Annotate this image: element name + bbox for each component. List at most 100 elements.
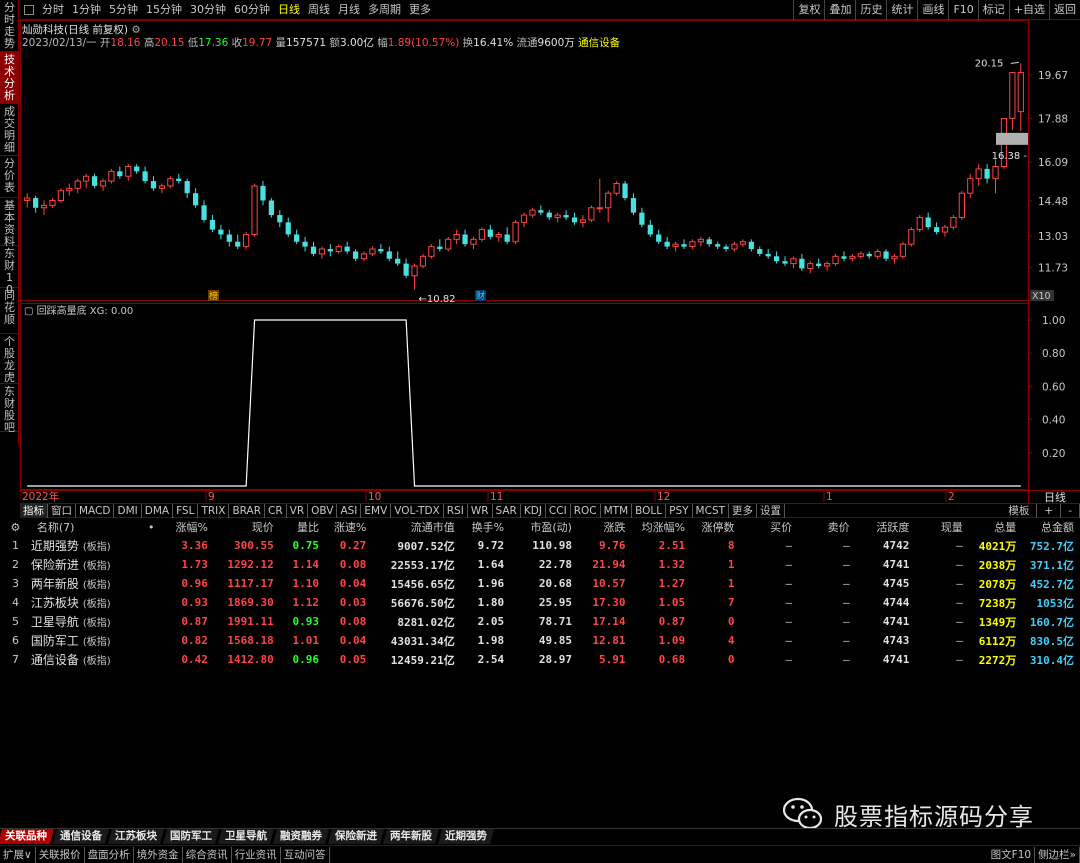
table-row[interactable]: 6 国防军工 (板指) 0.82 1568.18 1.01 0.04 43031.34亿 1.9… xyxy=(0,631,1080,650)
indicator-tab-10[interactable]: OBV xyxy=(308,503,338,518)
indicator-tab-25[interactable]: 设置 xyxy=(757,503,786,518)
indicator-tab-3[interactable]: DMI xyxy=(114,503,142,518)
sector-name[interactable]: 两年新股 (板指) xyxy=(31,574,144,593)
kline-chart[interactable]: 20.15 ←10.82 16.38 - 榜 财 19.67 17.88 16.09 14.4… xyxy=(20,20,1080,504)
period-4[interactable]: 30分钟 xyxy=(186,0,230,20)
period-7[interactable]: 周线 xyxy=(304,0,334,20)
sector-name[interactable]: 通信设备 (板指) xyxy=(31,650,144,669)
left-tab-7[interactable]: 个股龙虎 xyxy=(0,334,19,384)
bottom-right-0[interactable]: 图文F10 xyxy=(988,846,1036,863)
column-header-17[interactable]: 总量 xyxy=(969,518,1022,536)
indicator-tab-5[interactable]: FSL xyxy=(173,503,199,518)
indicator-tab-17[interactable]: KDJ xyxy=(521,503,546,518)
indicator-tab-13[interactable]: VOL-TDX xyxy=(391,503,444,518)
bottom-tab-2[interactable]: 盘面分析 xyxy=(85,846,134,863)
left-tab-2[interactable]: 成交明细 xyxy=(0,104,19,156)
table-row[interactable]: 7 通信设备 (板指) 0.42 1412.80 0.96 0.05 12459.21亿 2.5… xyxy=(0,650,1080,669)
bottom-right-1[interactable]: 侧边栏» xyxy=(1035,846,1080,863)
column-header-18[interactable]: 总金额 xyxy=(1022,518,1080,536)
left-tab-8[interactable]: 东财股吧 xyxy=(0,384,19,434)
indicator-tab-18[interactable]: CCI xyxy=(546,503,571,518)
indicator-right-1[interactable]: + xyxy=(1037,503,1062,518)
indicator-right-2[interactable]: - xyxy=(1061,503,1080,518)
toolbar-button-6[interactable]: 标记 xyxy=(977,0,1009,20)
table-row[interactable]: 2 保险新进 (板指) 1.73 1292.12 1.14 0.08 22553.17亿 1.6… xyxy=(0,555,1080,574)
indicator-tab-9[interactable]: VR xyxy=(287,503,309,518)
indicator-tab-11[interactable]: ASI xyxy=(337,503,362,518)
left-tab-5[interactable]: 东财10 xyxy=(0,246,19,296)
column-header-3[interactable]: 涨幅% xyxy=(165,518,214,536)
period-5[interactable]: 60分钟 xyxy=(230,0,274,20)
indicator-tab-20[interactable]: MTM xyxy=(601,503,633,518)
indicator-tab-19[interactable]: ROC xyxy=(571,503,601,518)
column-header-7[interactable]: 流通市值 xyxy=(372,518,460,536)
column-header-1[interactable]: 名称(7) xyxy=(31,518,144,536)
indicator-tab-2[interactable]: MACD xyxy=(76,503,115,518)
sector-tab-2[interactable]: 江苏板块 xyxy=(107,829,167,844)
indicator-tab-22[interactable]: PSY xyxy=(666,503,693,518)
sector-tab-1[interactable]: 通信设备 xyxy=(52,829,112,844)
sector-tab-3[interactable]: 国防军工 xyxy=(162,829,222,844)
period-6[interactable]: 日线 xyxy=(274,0,304,20)
sector-name[interactable]: 卫星导航 (板指) xyxy=(31,612,144,631)
toolbar-button-2[interactable]: 历史 xyxy=(855,0,886,20)
indicator-tab-21[interactable]: BOLL xyxy=(632,503,667,518)
indicator-tab-24[interactable]: 更多 xyxy=(729,503,758,518)
toolbar-button-5[interactable]: F10 xyxy=(948,0,977,20)
period-2[interactable]: 5分钟 xyxy=(105,0,142,20)
column-header-11[interactable]: 均涨幅% xyxy=(631,518,691,536)
left-tab-4[interactable]: 基本资料 xyxy=(0,198,19,248)
column-header-5[interactable]: 量比 xyxy=(280,518,325,536)
indicator-tab-16[interactable]: SAR xyxy=(493,503,521,518)
event-marker-b[interactable]: 财 xyxy=(475,290,486,302)
column-header-8[interactable]: 换手% xyxy=(461,518,510,536)
sector-tab-5[interactable]: 融资融券 xyxy=(272,829,332,844)
table-row[interactable]: 4 江苏板块 (板指) 0.93 1869.30 1.12 0.03 56676.50亿 1.8… xyxy=(0,593,1080,612)
indicator-tab-8[interactable]: CR xyxy=(265,503,287,518)
column-header-14[interactable]: 卖价 xyxy=(798,518,856,536)
period-0[interactable]: 分时 xyxy=(38,0,68,20)
left-tab-0[interactable]: 分时走势 xyxy=(0,0,19,52)
column-header-16[interactable]: 现量 xyxy=(915,518,968,536)
sector-tab-4[interactable]: 卫星导航 xyxy=(217,829,277,844)
bottom-tab-6[interactable]: 互动问答 xyxy=(281,846,330,863)
column-header-9[interactable]: 市盈(动) xyxy=(510,518,578,536)
bottom-tab-3[interactable]: 境外资金 xyxy=(134,846,183,863)
sector-tab-6[interactable]: 保险新进 xyxy=(327,829,387,844)
period-9[interactable]: 多周期 xyxy=(364,0,405,20)
period-3[interactable]: 15分钟 xyxy=(142,0,186,20)
toolbar-button-8[interactable]: 返回 xyxy=(1049,0,1080,20)
event-marker-a[interactable]: 榜 xyxy=(208,290,219,302)
sector-tab-0[interactable]: 关联品种 xyxy=(0,829,57,844)
bottom-tab-5[interactable]: 行业资讯 xyxy=(232,846,281,863)
sector-name[interactable]: 江苏板块 (板指) xyxy=(31,593,144,612)
column-header-13[interactable]: 买价 xyxy=(740,518,798,536)
period-10[interactable]: 更多 xyxy=(405,0,435,20)
column-header-12[interactable]: 涨停数 xyxy=(691,518,740,536)
table-row[interactable]: 3 两年新股 (板指) 0.96 1117.17 1.10 0.04 15456.65亿 1.9… xyxy=(0,574,1080,593)
table-row[interactable]: 5 卫星导航 (板指) 0.87 1991.11 0.93 0.08 8281.02亿 2.05… xyxy=(0,612,1080,631)
sector-name[interactable]: 近期强势 (板指) xyxy=(31,536,144,555)
period-8[interactable]: 月线 xyxy=(334,0,364,20)
left-tab-3[interactable]: 分价表 xyxy=(0,156,19,198)
bottom-tab-0[interactable]: 扩展∨ xyxy=(0,846,36,863)
indicator-tab-23[interactable]: MCST xyxy=(693,503,730,518)
indicator-tab-15[interactable]: WR xyxy=(468,503,493,518)
indicator-right-0[interactable]: 模板 xyxy=(1001,503,1038,518)
toolbar-button-3[interactable]: 统计 xyxy=(886,0,917,20)
indicator-tab-6[interactable]: TRIX xyxy=(198,503,230,518)
sector-tab-8[interactable]: 近期强势 xyxy=(437,829,497,844)
window-toggle-icon[interactable] xyxy=(24,4,34,15)
toolbar-button-0[interactable]: 复权 xyxy=(793,0,824,20)
column-header-4[interactable]: 现价 xyxy=(214,518,280,536)
toolbar-button-4[interactable]: 画线 xyxy=(917,0,948,20)
left-tab-6[interactable]: 同花顺 xyxy=(0,288,19,334)
indicator-tab-14[interactable]: RSI xyxy=(444,503,468,518)
table-settings-icon[interactable]: ⚙ xyxy=(0,518,31,536)
toolbar-button-7[interactable]: +自选 xyxy=(1008,0,1049,20)
indicator-tab-4[interactable]: DMA xyxy=(142,503,174,518)
bottom-tab-1[interactable]: 关联报价 xyxy=(36,846,85,863)
column-header-15[interactable]: 活跃度 xyxy=(856,518,916,536)
period-1[interactable]: 1分钟 xyxy=(68,0,105,20)
bottom-tab-4[interactable]: 综合资讯 xyxy=(183,846,232,863)
